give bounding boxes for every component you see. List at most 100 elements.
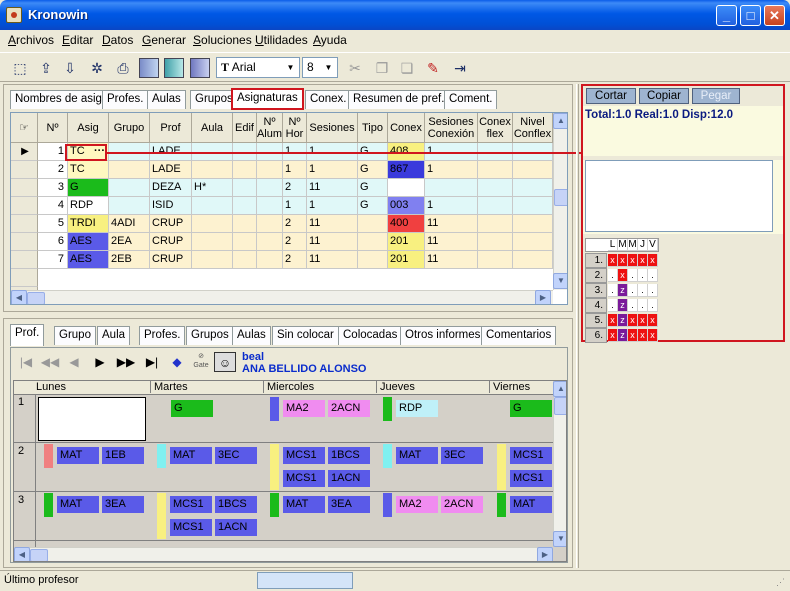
cortar-button[interactable]: Cortar [586, 88, 636, 104]
tab-grupos-list[interactable]: Grupos [186, 326, 234, 345]
grid-cell-hor[interactable]: 2 [283, 215, 307, 233]
col-header-nivel-conflex[interactable]: Nivel Conflex [513, 113, 553, 143]
tab-coment[interactable]: Coment. [444, 90, 498, 109]
size-select[interactable]: 8 ▼ [302, 57, 338, 78]
timetable-vscroll-thumb[interactable] [554, 397, 566, 415]
slot-jueves-1[interactable]: RDP [396, 400, 438, 417]
grid-cell-flex[interactable] [478, 251, 513, 269]
slot-jueves-3a[interactable]: MA2 [396, 496, 438, 513]
grid-cell-asig[interactable]: G [68, 179, 109, 197]
matrix-cell[interactable]: . [628, 299, 638, 312]
slot-lunes-2b[interactable]: 1EB [102, 447, 144, 464]
save-icon[interactable]: ⇩ [60, 58, 80, 78]
grid-cell-conex[interactable]: 400 [388, 215, 425, 233]
minimize-button[interactable]: _ [716, 5, 737, 26]
grid-cell-ses[interactable]: 11 [307, 251, 358, 269]
grid-cell-nivel[interactable] [513, 251, 553, 269]
slot-jueves-2b[interactable]: 3EC [441, 447, 483, 464]
slot-miercoles-2a[interactable]: MCS1 [283, 447, 325, 464]
grid-cell-flex[interactable] [478, 215, 513, 233]
export-icon[interactable]: ⇥ [450, 58, 470, 78]
grid-cell-grupo[interactable]: 2EA [109, 233, 150, 251]
matrix-cell[interactable]: x [638, 314, 648, 327]
row-selector[interactable] [11, 233, 38, 251]
matrix-cell[interactable]: x [618, 254, 628, 267]
grid-cell-hor[interactable]: 1 [283, 161, 307, 179]
slot-martes-1[interactable]: G [171, 400, 213, 417]
gate-icon[interactable]: ⊘ Gate [190, 352, 212, 372]
grid-cell-flex[interactable] [478, 161, 513, 179]
slot-viernes-2a[interactable]: MCS1 [510, 447, 552, 464]
grid-cell-asig[interactable]: AES [68, 233, 109, 251]
timetable-hscroll[interactable]: ◀ ▶ [14, 547, 553, 561]
tab-resumen-pref[interactable]: Resumen de pref. [348, 90, 450, 109]
matrix-cell[interactable]: . [608, 284, 618, 297]
first-icon[interactable]: |◀ [15, 352, 37, 372]
col-header-aula[interactable]: Aula [192, 113, 233, 143]
slot-miercoles-3b[interactable]: 3EA [328, 496, 370, 513]
slot-miercoles-3a[interactable]: MAT [283, 496, 325, 513]
grid-cell-asig[interactable]: TRDI [68, 215, 109, 233]
slot-viernes-1[interactable]: G [510, 400, 552, 417]
grid-cell-n[interactable]: 2 [38, 161, 68, 179]
prev-page-icon[interactable]: ◀◀ [39, 352, 61, 372]
grid-hscroll-thumb[interactable] [27, 292, 45, 304]
scroll-up-icon[interactable]: ▲ [553, 381, 566, 397]
slot-miercoles-2c[interactable]: MCS1 [283, 470, 325, 487]
grid-cell-flex[interactable] [478, 179, 513, 197]
grid-cell-ses[interactable]: 11 [307, 215, 358, 233]
grid-cell-nivel[interactable] [513, 161, 553, 179]
grid-cell-tipo[interactable]: G [358, 161, 388, 179]
matrix-cell[interactable]: x [638, 329, 648, 342]
matrix-cell[interactable]: x [628, 329, 638, 342]
resize-grip-icon[interactable]: ⋰ [776, 577, 785, 588]
col-header-conex[interactable]: Conex [388, 113, 425, 143]
slot-miercoles-1a[interactable]: MA2 [283, 400, 325, 417]
grid-cell-grupo[interactable]: 2EB [109, 251, 150, 269]
col-header-conex-flex[interactable]: Conex flex [478, 113, 513, 143]
photo-icon[interactable]: ☺ [214, 352, 236, 372]
highlighter-icon[interactable]: ✎ [423, 58, 443, 78]
grid-cell-prof[interactable]: CRUP [150, 215, 192, 233]
matrix-cell[interactable]: . [638, 284, 648, 297]
matrix-cell[interactable]: . [648, 299, 658, 312]
grid-cell-tipo[interactable]: G [358, 197, 388, 215]
tab-prof[interactable]: Prof. [10, 324, 45, 346]
close-button[interactable]: ✕ [764, 5, 785, 26]
copy-icon[interactable]: ❐ [372, 58, 392, 78]
menu-datos[interactable]: Datos [102, 33, 133, 47]
grid-cell-aula[interactable] [192, 215, 233, 233]
matrix-cell[interactable]: z [618, 299, 628, 312]
grid-cell-ses[interactable]: 1 [307, 197, 358, 215]
slot-martes-3a[interactable]: MCS1 [170, 496, 212, 513]
grid-cell-grupo[interactable]: 4ADI [109, 215, 150, 233]
grid-cell-conex[interactable]: 201 [388, 233, 425, 251]
row-selector[interactable] [11, 215, 38, 233]
slot-martes-3d[interactable]: 1ACN [215, 519, 257, 536]
grid-cell-edif[interactable] [233, 197, 257, 215]
tab-asignaturas[interactable]: Asignaturas [231, 88, 304, 110]
matrix-cell[interactable]: x [608, 254, 618, 267]
matrix-cell[interactable]: x [638, 254, 648, 267]
slot-martes-3b[interactable]: 1BCS [215, 496, 257, 513]
grid-icon-3[interactable] [190, 58, 210, 78]
timetable-hscroll-thumb[interactable] [30, 549, 48, 561]
grid-cell-alum[interactable] [257, 215, 283, 233]
grid-cell-alum[interactable] [257, 161, 283, 179]
grid-cell-alum[interactable] [257, 233, 283, 251]
col-header-sesiones[interactable]: Sesiones [307, 113, 358, 143]
matrix-cell[interactable]: . [648, 284, 658, 297]
tab-profes[interactable]: Profes. [102, 90, 149, 109]
slot-lunes-2a[interactable]: MAT [57, 447, 99, 464]
grid-cell-grupo[interactable] [109, 161, 150, 179]
grid-cell-grupo[interactable] [109, 197, 150, 215]
tab-sin-colocar[interactable]: Sin colocar [272, 326, 339, 345]
grid-cell-alum[interactable] [257, 251, 283, 269]
slot-miercoles-2b[interactable]: 1BCS [328, 447, 370, 464]
pegar-button[interactable]: Pegar [692, 88, 740, 104]
col-header-edif[interactable]: Edif [233, 113, 257, 143]
col-header-alum[interactable]: Nº Alum [257, 113, 283, 143]
menu-utilidades[interactable]: Utilidades [255, 33, 308, 47]
tab-conex[interactable]: Conex. [305, 90, 352, 109]
scroll-left-icon[interactable]: ◀ [11, 290, 27, 304]
